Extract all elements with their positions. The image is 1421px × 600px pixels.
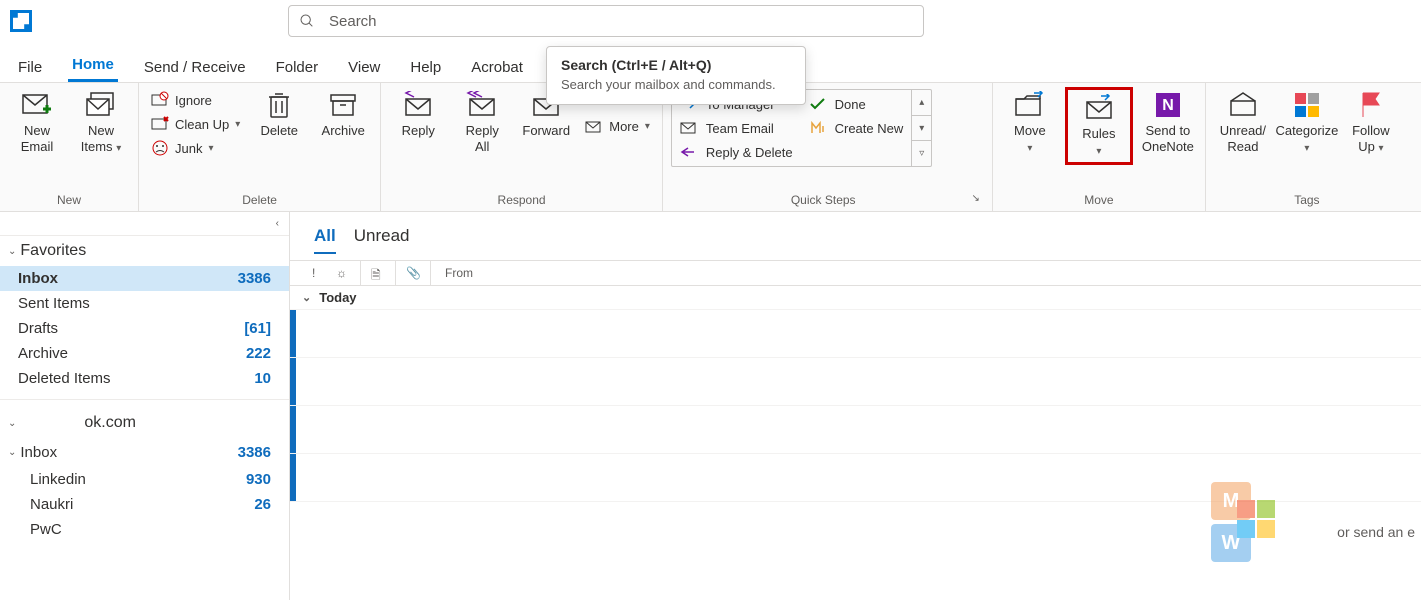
list-item[interactable] [290,454,1421,502]
chevron-down-icon: ▾ [1304,143,1309,154]
column-from[interactable]: From [441,266,473,280]
chevron-down-icon: ⌄ [8,447,16,458]
menu-send-receive[interactable]: Send / Receive [140,53,250,82]
filter-unread[interactable]: Unread [354,226,410,254]
search-tooltip: Search (Ctrl+E / Alt+Q) Search your mail… [546,46,806,105]
column-header[interactable]: ! ☼ 🗎 📎 From [290,260,1421,286]
chevron-down-icon: ▾ [235,119,240,130]
menu-acrobat[interactable]: Acrobat [467,53,527,82]
chevron-down-icon: ▾ [1096,146,1101,157]
reminder-icon: ☼ [336,266,350,280]
reply-all-button[interactable]: Reply All [453,87,511,158]
message-list: All Unread ! ☼ 🗎 📎 From ⌄Today M W or se… [290,212,1421,600]
menu-folder[interactable]: Folder [272,53,323,82]
qs-expand[interactable]: ▿ [912,141,931,166]
chevron-down-icon: ▾ [116,143,121,154]
chevron-down-icon: ▾ [208,143,213,154]
search-icon [299,13,315,29]
item-type-icon: 🗎 [371,266,385,280]
follow-up-button[interactable]: Follow Up ▾ [1342,87,1400,159]
send-to-onenote-button[interactable]: N Send to OneNote [1139,87,1197,158]
account-header[interactable]: ⌄ok.com [0,408,289,438]
junk-button[interactable]: Junk ▾ [147,137,244,159]
chevron-down-icon: ⌄ [302,291,311,304]
unread-read-button[interactable]: Unread/ Read [1214,87,1272,158]
qs-scroll-down[interactable]: ▾ [912,116,931,142]
watermark-logo: M W [1211,482,1251,562]
importance-icon: ! [312,266,326,280]
new-email-button[interactable]: New Email [8,87,66,158]
move-button[interactable]: Move▾ [1001,87,1059,159]
group-label-tags: Tags [1214,191,1400,211]
more-respond-button[interactable]: More ▾ [581,115,654,137]
menu-home[interactable]: Home [68,50,118,82]
search-placeholder: Search [329,13,377,30]
tooltip-body: Search your mailbox and commands. [561,77,791,94]
menu-file[interactable]: File [14,53,46,82]
reply-button[interactable]: Reply [389,87,447,143]
group-label-delete: Delete [147,191,372,211]
new-items-button[interactable]: New Items ▾ [72,87,130,159]
attachment-icon: 📎 [406,266,420,280]
qs-done[interactable]: Done [809,97,904,112]
group-label-quicksteps: Quick Steps [675,193,972,207]
chevron-down-icon: ▾ [1027,143,1032,154]
tooltip-title: Search (Ctrl+E / Alt+Q) [561,57,791,73]
group-label-new: New [8,191,130,211]
ignore-button[interactable]: Ignore [147,89,244,111]
chevron-down-icon: ▾ [1378,143,1383,154]
nav-inbox[interactable]: Inbox3386 [0,266,289,291]
rules-button[interactable]: Rules▾ [1070,90,1128,162]
list-item[interactable] [290,406,1421,454]
favorites-header[interactable]: ⌄Favorites [0,236,289,266]
cleanup-button[interactable]: Clean Up ▾ [147,113,244,135]
account-inbox[interactable]: ⌄Inbox3386 [0,438,289,467]
list-item[interactable] [290,310,1421,358]
svg-text:N: N [1162,97,1174,114]
menu-view[interactable]: View [344,53,384,82]
chevron-down-icon: ⌄ [8,246,16,257]
rules-highlight: Rules▾ [1065,87,1133,165]
chevron-down-icon: ▾ [645,121,650,132]
archive-button[interactable]: Archive [314,87,372,143]
nav-sent-items[interactable]: Sent Items [0,291,289,316]
nav-linkedin[interactable]: Linkedin930 [0,467,289,492]
menu-help[interactable]: Help [406,53,445,82]
nav-archive[interactable]: Archive222 [0,341,289,366]
quicksteps-launcher-icon[interactable]: ↘ [972,193,980,207]
list-item[interactable] [290,358,1421,406]
categorize-button[interactable]: Categorize▾ [1278,87,1336,159]
group-today[interactable]: ⌄Today [290,286,1421,310]
delete-button[interactable]: Delete [250,87,308,143]
folder-pane: ‹ ⌄Favorites Inbox3386 Sent Items Drafts… [0,212,290,600]
qs-scroll-up[interactable]: ▴ [912,90,931,116]
qs-reply-delete[interactable]: Reply & Delete [680,145,793,160]
group-label-move: Move [1001,191,1197,211]
group-label-respond: Respond [389,191,654,211]
search-input[interactable]: Search [288,5,924,37]
qs-team-email[interactable]: Team Email [680,121,793,136]
nav-drafts[interactable]: Drafts[61] [0,316,289,341]
chevron-down-icon: ⌄ [8,418,16,429]
filter-all[interactable]: All [314,226,336,254]
nav-deleted-items[interactable]: Deleted Items10 [0,366,289,391]
nav-pwc[interactable]: PwC [0,517,289,542]
outlook-app-icon [10,10,32,32]
empty-hint: or send an e [1337,524,1415,540]
collapse-nav-icon[interactable]: ‹ [276,218,279,229]
qs-create-new[interactable]: Create New [809,121,904,136]
nav-naukri[interactable]: Naukri26 [0,492,289,517]
